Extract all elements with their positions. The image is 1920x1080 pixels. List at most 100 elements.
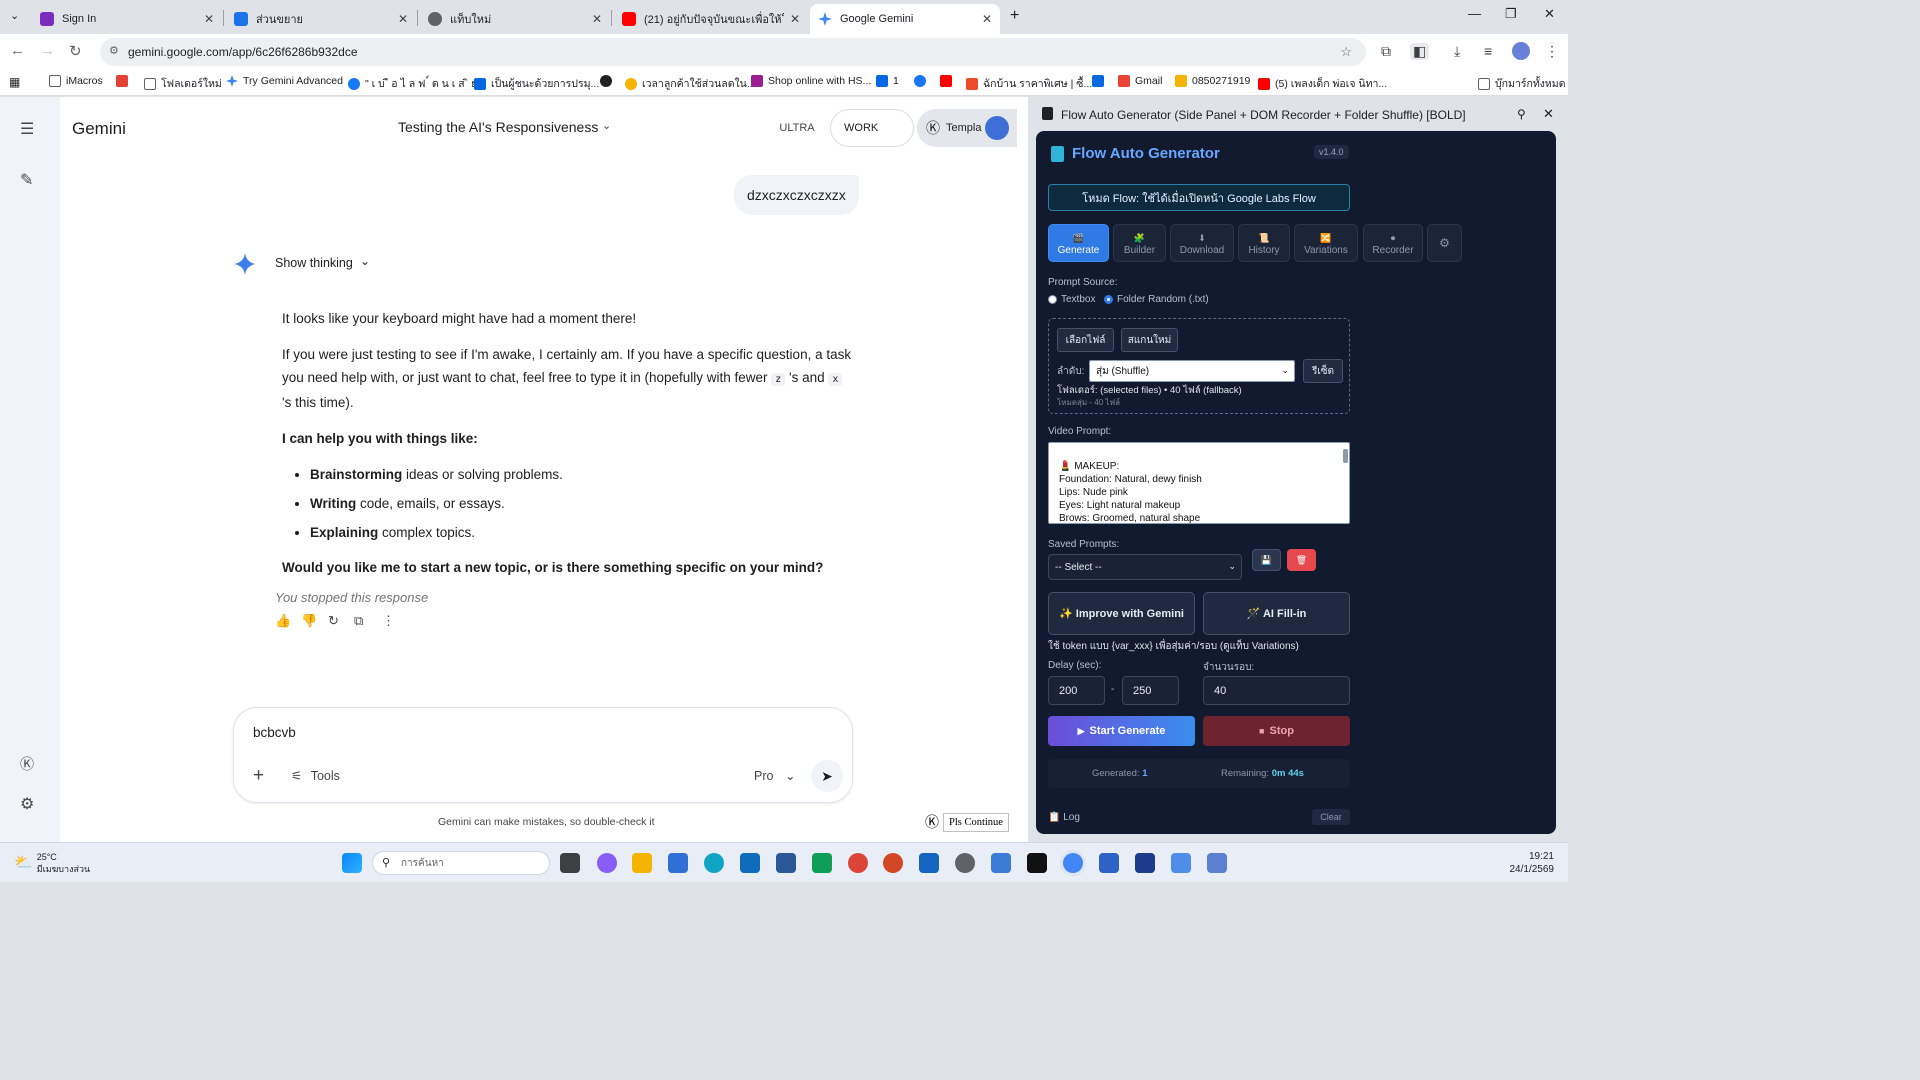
bookmark-meta-3[interactable] — [1092, 75, 1109, 87]
chrome-alt-icon[interactable] — [848, 853, 868, 873]
copy-icon[interactable]: ⧉ — [354, 613, 363, 629]
bookmark-dark[interactable] — [600, 75, 617, 87]
bookmark-facebook-1[interactable]: " เ บ ื อ ไ ล ฟ ์ ด น เ ส ิ ย... — [348, 75, 486, 92]
regenerate-icon[interactable]: ↻ — [328, 613, 339, 629]
task-view-icon[interactable] — [560, 853, 580, 873]
tab-recorder[interactable]: ⏺ Recorder — [1363, 224, 1423, 262]
restore-icon[interactable]: ❐ — [1505, 6, 1517, 22]
bookmark-phone[interactable]: 0850271919 — [1175, 75, 1250, 87]
address-bar[interactable]: ⚙ gemini.google.com/app/6c26f6286b932dce… — [100, 38, 1366, 66]
settings-app-icon[interactable] — [955, 853, 975, 873]
stop-button[interactable]: ■ Stop — [1203, 716, 1350, 746]
download-icon[interactable]: ⤓ — [1454, 43, 1460, 60]
bookmark-imacros[interactable]: iMacros — [49, 75, 103, 87]
work-button[interactable]: WORK — [830, 109, 914, 147]
choose-files-button[interactable]: เลือกไฟล์ — [1057, 328, 1114, 352]
tools-button[interactable]: ⚟ Tools — [291, 768, 340, 783]
pen-app-icon[interactable] — [776, 853, 796, 873]
site-info-icon[interactable]: ⚙ — [109, 44, 119, 57]
reset-button[interactable]: รีเซ็ต — [1303, 359, 1343, 383]
bookmark-shopee[interactable]: ฉักบ้าน ราคาพิเศษ | ซื้... — [966, 75, 1092, 92]
taskbar-search[interactable]: ⚲ การค้นหา — [372, 851, 550, 875]
pen2-icon[interactable] — [1207, 853, 1227, 873]
save-icon[interactable]: 💾 — [1252, 549, 1281, 571]
store-icon[interactable] — [668, 853, 688, 873]
ai-fill-in-button[interactable]: 🪄 AI Fill-in — [1203, 592, 1350, 635]
edge-icon[interactable] — [704, 853, 724, 873]
pls-continue-button[interactable]: Ⓚ Pls Continue — [925, 811, 1009, 833]
close-icon[interactable]: ✕ — [398, 12, 408, 26]
close-icon[interactable]: ✕ — [790, 12, 800, 26]
bookmark-shopping[interactable] — [116, 75, 133, 87]
media-icon[interactable]: ≡ — [1484, 43, 1492, 59]
window-close-icon[interactable]: ✕ — [1544, 6, 1555, 22]
tab-variations[interactable]: 🔀 Variations — [1294, 224, 1358, 262]
profile-avatar[interactable] — [1512, 42, 1530, 60]
start-generate-button[interactable]: ▶ Start Generate — [1048, 716, 1195, 746]
thumbs-down-icon[interactable]: 👎 — [301, 613, 317, 629]
video-prompt-textarea[interactable]: 💄 MAKEUP: Foundation: Natural, dewy fini… — [1048, 442, 1350, 524]
order-select[interactable]: สุ่ม (Shuffle) ⌄ — [1089, 360, 1295, 382]
template-button[interactable]: Ⓚ Templa — [917, 109, 1017, 147]
menu-icon[interactable]: ⋮ — [1545, 43, 1559, 60]
close-icon[interactable]: ✕ — [204, 12, 214, 26]
reload-icon[interactable]: ↻ — [69, 42, 82, 60]
user-avatar[interactable] — [985, 116, 1009, 140]
settings-tab[interactable]: ⚙ — [1427, 224, 1462, 262]
bookmark-emoji[interactable]: เวลาลูกค้าใช้ส่วนลดใน... — [625, 75, 756, 92]
prompt-input[interactable]: bcbcvb — [253, 725, 296, 740]
minimize-icon[interactable]: — — [1468, 6, 1481, 21]
side-panel-icon[interactable]: ◧ — [1410, 43, 1430, 60]
tab-google-gemini[interactable]: Google Gemini ✕ — [810, 4, 1000, 34]
send-icon[interactable]: ➤ — [811, 760, 843, 792]
bookmark-meta-1[interactable]: เป็นผู้ชนะด้วยการปรมุ... — [474, 75, 599, 92]
more-options-icon[interactable]: ⋮ — [382, 613, 395, 629]
tab-search-icon[interactable]: ⌄ — [10, 9, 19, 22]
chrome-icon[interactable] — [1063, 853, 1083, 873]
close-icon[interactable]: ✕ — [982, 12, 992, 26]
bookmark-star-icon[interactable]: ☆ — [1340, 44, 1352, 60]
bookmark-gmail[interactable]: Gmail — [1118, 75, 1162, 87]
capcut-icon[interactable] — [1027, 853, 1047, 873]
app2-icon[interactable] — [1171, 853, 1191, 873]
start-windows-icon[interactable] — [342, 853, 362, 873]
model-selector[interactable]: Pro ⌄ — [754, 768, 795, 783]
snip-icon[interactable] — [919, 853, 939, 873]
tab-youtube[interactable]: (21) อยู่กับปัจจุบันขณะเพื่อให้ใจที่เป็น… — [614, 4, 808, 34]
tab-extensions[interactable]: ส่วนขยาย ✕ — [226, 4, 416, 34]
app-icon[interactable] — [1135, 853, 1155, 873]
bookmark-meta-2[interactable]: 1 — [876, 75, 899, 87]
outlook-icon[interactable] — [740, 853, 760, 873]
clear-log-button[interactable]: Clear — [1312, 809, 1350, 825]
source-textbox-radio[interactable]: Textbox — [1048, 294, 1095, 305]
thumbs-up-icon[interactable]: 👍 — [275, 613, 291, 629]
source-folder-radio[interactable]: Folder Random (.txt) — [1104, 294, 1209, 305]
tab-new-tab[interactable]: แท็บใหม่ ✕ — [420, 4, 610, 34]
bookmark-youtube-2[interactable]: (5) เพลงเด็ก พ่อเจ นิทา... — [1258, 75, 1387, 92]
bookmark-facebook-2[interactable] — [914, 75, 931, 87]
k-extension-icon[interactable]: Ⓚ — [20, 754, 34, 774]
new-tab-icon[interactable]: + — [1010, 7, 1019, 25]
copilot-icon[interactable] — [597, 853, 617, 873]
tab-download[interactable]: ⬇ Download — [1170, 224, 1234, 262]
powerpoint-icon[interactable] — [883, 853, 903, 873]
add-icon[interactable]: + — [253, 765, 264, 787]
file-explorer-icon[interactable] — [632, 853, 652, 873]
improve-with-gemini-button[interactable]: ✨ Improve with Gemini — [1048, 592, 1195, 635]
pen-icon[interactable] — [991, 853, 1011, 873]
rescan-button[interactable]: สแกนใหม่ — [1121, 328, 1178, 352]
scrollbar-thumb[interactable] — [1343, 449, 1348, 463]
pin-icon[interactable]: ⚲ — [1517, 107, 1526, 121]
tab-history[interactable]: 📜 History — [1238, 224, 1290, 262]
drive-icon[interactable] — [812, 853, 832, 873]
tab-builder[interactable]: 🧩 Builder — [1113, 224, 1166, 262]
system-clock[interactable]: 19:21 24/1/2569 — [1510, 850, 1555, 876]
weather-widget[interactable]: ⛅ 25°C มีเมฆบางส่วน — [14, 851, 90, 875]
delete-icon[interactable]: 🗑 — [1287, 549, 1316, 571]
delay-max-input[interactable]: 250 — [1122, 676, 1179, 705]
bookmark-youtube-1[interactable] — [940, 75, 957, 87]
tab-sign-in[interactable]: Sign In ✕ — [32, 4, 222, 34]
close-icon[interactable]: ✕ — [592, 12, 602, 26]
bookmark-hsn[interactable]: Shop online with HS... — [751, 75, 871, 87]
delay-min-input[interactable]: 200 — [1048, 676, 1105, 705]
